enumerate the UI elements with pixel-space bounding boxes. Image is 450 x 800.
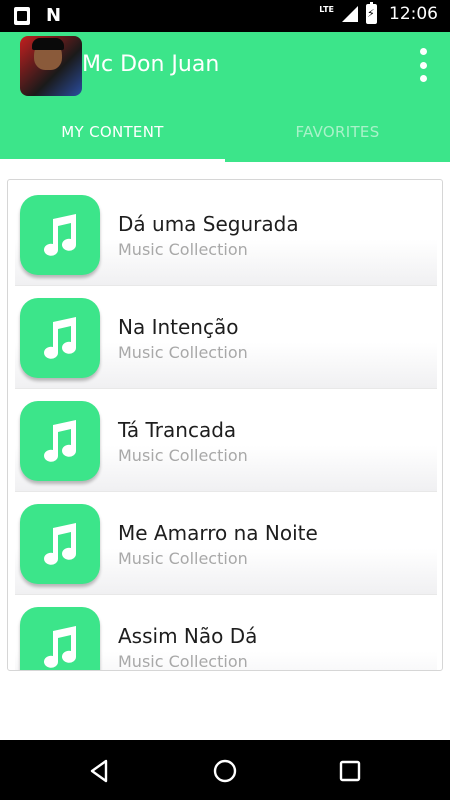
status-bar: N LTE 12:06 xyxy=(0,0,450,32)
tab-bar: MY CONTENT FAVORITES xyxy=(0,112,450,162)
item-title: Tá Trancada xyxy=(118,418,237,442)
item-title: Na Intenção xyxy=(118,315,239,339)
home-circle-icon[interactable] xyxy=(212,758,238,784)
notification-n-icon: N xyxy=(46,5,62,26)
signal-icon xyxy=(342,6,358,22)
status-left: N xyxy=(14,6,61,26)
item-subtitle: Music Collection xyxy=(118,240,248,259)
app-logo xyxy=(20,36,82,96)
app-bar: Mc Don Juan MY CONTENT FAVORITES xyxy=(0,32,450,162)
item-subtitle: Music Collection xyxy=(118,652,248,671)
app-title: Mc Don Juan xyxy=(82,52,220,77)
item-title: Me Amarro na Noite xyxy=(118,521,318,545)
tab-favorites[interactable]: FAVORITES xyxy=(225,112,450,162)
music-list[interactable]: Dá uma Segurada Music Collection Na Inte… xyxy=(7,179,443,671)
battery-charging-icon xyxy=(366,2,377,24)
music-note-icon xyxy=(20,607,100,670)
item-title: Dá uma Segurada xyxy=(118,212,299,236)
list-item[interactable]: Me Amarro na Noite Music Collection xyxy=(15,493,437,595)
app-logo-cap xyxy=(32,38,64,50)
list-item[interactable]: Na Intenção Music Collection xyxy=(15,287,437,389)
music-note-icon xyxy=(20,401,100,481)
screen: N LTE 12:06 Mc Don Juan MY CONTENT FAVOR… xyxy=(0,0,450,800)
back-triangle-icon[interactable] xyxy=(86,758,112,784)
tab-indicator xyxy=(0,159,225,162)
item-subtitle: Music Collection xyxy=(118,446,248,465)
list-item[interactable]: Dá uma Segurada Music Collection xyxy=(15,184,437,286)
music-note-icon xyxy=(20,298,100,378)
item-subtitle: Music Collection xyxy=(118,549,248,568)
navigation-bar xyxy=(0,740,450,800)
item-subtitle: Music Collection xyxy=(118,343,248,362)
item-title: Assim Não Dá xyxy=(118,624,258,648)
list-item[interactable]: Tá Trancada Music Collection xyxy=(15,390,437,492)
list-item[interactable]: Assim Não Dá Music Collection xyxy=(15,596,437,671)
music-note-icon xyxy=(20,504,100,584)
tab-my-content[interactable]: MY CONTENT xyxy=(0,112,225,162)
more-vert-icon[interactable] xyxy=(420,48,428,82)
clock: 12:06 xyxy=(389,4,438,24)
recents-square-icon[interactable] xyxy=(337,758,363,784)
network-type: LTE xyxy=(319,4,334,14)
status-right: LTE 12:06 xyxy=(319,2,438,24)
music-note-icon xyxy=(20,195,100,275)
notification-photo-icon xyxy=(14,7,30,25)
